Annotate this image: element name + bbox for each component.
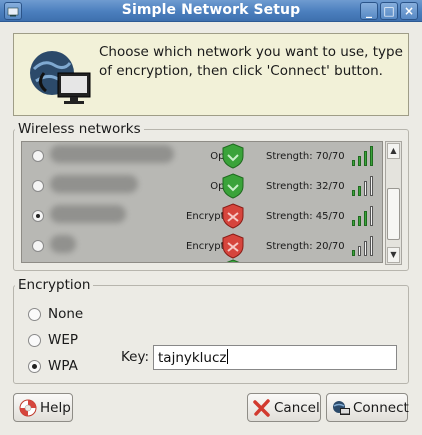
scroll-thumb[interactable] — [387, 188, 400, 240]
list-item[interactable]: Open Strength: 32/70 — [22, 172, 382, 202]
option-label: WPA — [48, 358, 78, 374]
option-label: None — [48, 306, 84, 322]
green-shield-icon — [222, 143, 244, 169]
radio-wep[interactable] — [28, 334, 41, 347]
info-panel: Choose which network you want to use, ty… — [13, 33, 409, 116]
key-value: tajnyklucz — [158, 350, 227, 366]
strength-label: Strength: 32/70 — [266, 181, 345, 192]
green-shield-icon — [226, 259, 240, 262]
scroll-up-icon[interactable]: ▲ — [387, 143, 400, 159]
encryption-label: Encryption — [15, 277, 94, 293]
signal-bars-icon — [352, 174, 376, 196]
blurred-ssid — [50, 205, 126, 223]
network-connect-icon — [333, 401, 350, 415]
red-shield-icon — [222, 203, 244, 229]
minimize-button[interactable]: _ — [360, 2, 378, 20]
info-text: Choose which network you want to use, ty… — [99, 43, 404, 81]
scroll-down-icon[interactable]: ▼ — [387, 247, 400, 263]
close-button[interactable]: × — [400, 2, 418, 20]
network-radio[interactable] — [32, 240, 44, 252]
network-list-scrollbar[interactable]: ▲ ▼ — [385, 141, 402, 265]
cancel-button[interactable]: Cancel — [247, 393, 321, 422]
window-title: Simple Network Setup — [121, 2, 301, 18]
signal-bars-icon — [352, 144, 376, 166]
strength-label: Strength: 20/70 — [266, 241, 345, 252]
list-item[interactable]: Encrypted Strength: 20/70 — [22, 232, 382, 262]
info-line-2: of encryption, then click 'Connect' butt… — [99, 63, 383, 79]
network-radio[interactable] — [32, 180, 44, 192]
strength-label: Strength: 45/70 — [266, 211, 345, 222]
option-label: WEP — [48, 332, 79, 348]
cancel-x-icon — [253, 399, 270, 417]
key-input[interactable]: tajnyklucz — [153, 345, 397, 370]
lifebuoy-icon — [19, 399, 37, 417]
network-list[interactable]: Open Strength: 70/70 Open Strength: 32/7… — [21, 141, 383, 263]
text-caret — [226, 349, 228, 364]
strength-label: Strength: 70/70 — [266, 151, 345, 162]
help-label: Help — [40, 400, 71, 416]
network-radio[interactable] — [32, 150, 44, 162]
radio-wpa[interactable] — [28, 360, 41, 373]
blurred-ssid — [50, 235, 76, 253]
green-shield-icon — [222, 173, 244, 199]
radio-none[interactable] — [28, 308, 41, 321]
help-button[interactable]: Help — [13, 393, 73, 422]
list-item[interactable]: Encrypted Strength: 45/70 — [22, 202, 382, 232]
key-label: Key: — [121, 349, 150, 365]
title-bar[interactable]: Simple Network Setup _ □ × — [0, 0, 422, 22]
connect-button[interactable]: Connect — [326, 393, 409, 422]
connect-label: Connect — [353, 400, 409, 416]
maximize-button[interactable]: □ — [380, 2, 398, 20]
red-shield-icon — [222, 233, 244, 259]
network-radio[interactable] — [32, 210, 44, 222]
wireless-networks-label: Wireless networks — [15, 121, 144, 137]
blurred-ssid — [50, 175, 138, 193]
signal-bars-icon — [352, 234, 376, 256]
cancel-label: Cancel — [274, 400, 320, 416]
network-globe-icon — [30, 51, 91, 104]
list-item[interactable]: Open Strength: 70/70 — [22, 142, 382, 172]
info-line-1: Choose which network you want to use, ty… — [99, 44, 403, 60]
signal-bars-icon — [352, 204, 376, 226]
